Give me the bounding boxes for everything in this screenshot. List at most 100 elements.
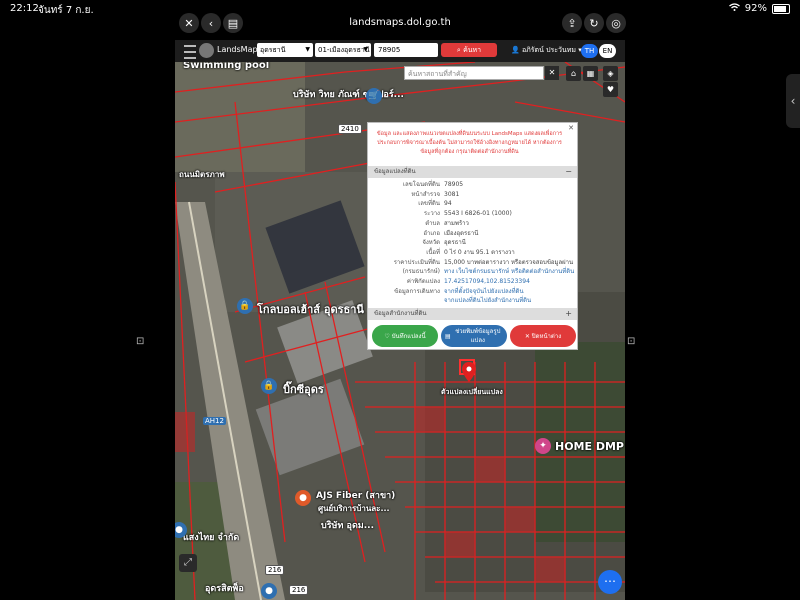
back-icon[interactable]: ‹ [201, 13, 221, 33]
road-sign-ah12: AH12 [203, 417, 226, 425]
detail-value[interactable]: จากที่ตั้งปัจจุบันไปยังแปลงที่ดิน [444, 287, 524, 297]
district-select[interactable]: 01-เมืองอุดรธานี ▼ [315, 43, 371, 57]
layers-icon[interactable]: ◈ [603, 66, 618, 81]
detail-key: เนื้อที่ [426, 248, 440, 256]
label-company-bottom: บริษัท อุดม... [321, 521, 374, 531]
detail-row: เนื้อที่ 0 ไร่ 0 งาน 95.1 ตารางวา [368, 248, 577, 258]
clear-search-icon[interactable]: ✕ [545, 66, 559, 80]
close-tab-icon[interactable]: ✕ [179, 13, 199, 33]
label-globalhouse: โกลบอลเฮ้าส์ อุดรธานี [257, 303, 364, 316]
detail-value: 15,000 บาทต่อตารางวา หรือตรวจสอบข้อมูลผ่… [444, 258, 574, 266]
label-udon-bottom: อุดรสิตพ็อ [205, 584, 244, 594]
label-parcel-pin: ตัวแปลงเปลี่ยนแปลง [441, 388, 503, 396]
section-office-header[interactable]: ข้อมูลสำนักงานที่ดิน + [368, 308, 577, 320]
detail-key: (กรมธนารักษ์) [402, 268, 440, 276]
shopping-cart-icon[interactable]: 🛒 [366, 88, 382, 104]
measure-tool-icon[interactable]: ⤢ [179, 554, 197, 572]
detail-value: 0 ไร่ 0 งาน 95.1 ตารางวา [444, 248, 515, 256]
home-icon[interactable]: ⌂ [566, 66, 581, 81]
expand-icon[interactable]: + [565, 308, 572, 320]
popup-close-icon[interactable]: ✕ [568, 124, 574, 132]
reload-icon[interactable]: ↻ [584, 13, 604, 33]
status-right: 92% [728, 3, 790, 14]
parcel-number-value: 78905 [378, 46, 401, 54]
detail-key: จังหวัด [422, 239, 440, 247]
store-icon[interactable]: ✦ [535, 438, 551, 454]
keyboard-icon[interactable]: ▦ [583, 66, 598, 81]
detail-value[interactable]: จากแปลงที่ดินไปยังสำนักงานที่ดิน [444, 296, 531, 306]
chat-button[interactable]: ⋯ [598, 570, 622, 594]
print-parcel-button[interactable]: ▤ ช่วยพิมพ์ข้อมูลรูปแปลง [441, 325, 507, 347]
user-name: อภิรัตน์ ประวันทม [521, 46, 576, 54]
detail-value[interactable]: ทาง เว็บไซต์กรมธนารักษ์ หรือติดต่อสำนักง… [444, 267, 574, 277]
place-search-input[interactable]: ค้นหาสถานที่สำคัญ [404, 66, 544, 80]
district-value: 01-เมืองอุดรธานี [318, 46, 370, 54]
label-sangthai: แสงไทย จำกัด [183, 533, 240, 543]
sidebar-expand-handle[interactable]: ‹ [786, 74, 800, 128]
status-date: จันทร์ 7 ก.ย. [38, 5, 94, 16]
collapse-icon[interactable]: − [565, 166, 572, 178]
detail-value[interactable]: 17.42517094,102.81523394 [444, 277, 530, 287]
shopping-bag-icon[interactable]: 🔒 [261, 378, 277, 394]
lang-th-button[interactable]: TH [581, 44, 598, 58]
close-window-button[interactable]: ✕ ปิดหน้าต่าง [510, 325, 576, 347]
detail-key: ค่าพิกัดแปลง [406, 278, 440, 285]
compass-icon[interactable]: ◎ [606, 13, 626, 33]
landsmaps-logo [199, 43, 214, 58]
chevron-down-icon: ▼ [305, 46, 310, 53]
detail-key: เลขที่ดิน [418, 200, 440, 208]
search-label: ค้นหา [463, 46, 482, 54]
menu-icon[interactable] [184, 45, 196, 59]
province-select[interactable]: อุดรธานี ▼ [257, 43, 313, 57]
detail-key: ข้อมูลการเดินทาง [394, 287, 440, 295]
lang-en-button[interactable]: EN [599, 44, 616, 58]
section-parcel-title: ข้อมูลแปลงที่ดิน [374, 168, 416, 175]
detail-row: (กรมธนารักษ์) ทาง เว็บไซต์กรมธนารักษ์ หรื… [368, 267, 577, 277]
user-menu[interactable]: 👤 อภิรัตน์ ประวันทม ▾ [511, 45, 582, 56]
map-view[interactable]: Swimming pool บริษัท วิทย ภัณฑ์ ซุปเปอร์… [175, 62, 625, 600]
parcel-info-popup: ✕ ข้อมูล และแสดงภาพแนวเขตแปลงที่ดินบนระบ… [367, 122, 578, 350]
road-sign-216-b: 216 [289, 585, 309, 595]
search-icon: ⌕ [456, 46, 461, 54]
save-parcel-button[interactable]: ♡ บันทึกแปลงนี้ [372, 325, 438, 347]
user-icon: 👤 [511, 46, 520, 54]
detail-row: หน้าสำรวจ 3081 [368, 190, 577, 200]
detail-row: อำเภอ เมืองอุดรธานี [368, 229, 577, 239]
label-ajs: AJS Fiber (สาขา) [316, 491, 396, 501]
place-icon[interactable]: ● [295, 490, 311, 506]
detail-key: อำเภอ [423, 229, 440, 237]
search-button[interactable]: ⌕ ค้นหา [441, 43, 497, 57]
label-road-left: ถนนมิตรภาพ [179, 170, 225, 179]
shopping-bag-icon[interactable]: 🔒 [237, 298, 253, 314]
tabs-icon[interactable]: ▤ [223, 13, 243, 33]
label-company-top: บริษัท วิทย ภัณฑ์ ซุปเปอร์... [293, 90, 404, 100]
detail-value: อุดรธานี [444, 239, 466, 247]
chevron-down-icon: ▼ [363, 46, 368, 53]
detail-value: สามพร้าว [444, 219, 469, 227]
detail-row: จังหวัด อุดรธานี [368, 238, 577, 248]
battery-percent: 92% [744, 3, 767, 14]
section-parcel-header[interactable]: ข้อมูลแปลงที่ดิน − [368, 166, 577, 178]
detail-row: ระวาง 5543 I 6826-01 (1000) [368, 209, 577, 219]
detail-row: ค่าพิกัดแปลง 17.42517094,102.81523394 [368, 277, 577, 287]
detail-row: ตำบล สามพร้าว [368, 219, 577, 229]
save-parcel-label: บันทึกแปลงนี้ [391, 332, 426, 340]
wifi-icon [728, 3, 740, 14]
parcel-number-input[interactable]: 78905 [374, 43, 438, 57]
detail-key: เลขโฉนดที่ดิน [402, 181, 440, 188]
label-swimming-pool: Swimming pool [183, 62, 270, 71]
place-search-placeholder: ค้นหาสถานที่สำคัญ [408, 70, 467, 78]
place-icon[interactable]: ● [261, 583, 277, 599]
detail-row: เลขโฉนดที่ดิน 78905 [368, 180, 577, 190]
detail-row: ข้อมูลการเดินทาง จากที่ตั้งปัจจุบันไปยังแ… [368, 287, 577, 297]
detail-value: 3081 [444, 190, 460, 198]
label-ajs-sub: ศูนย์บริการบ้านละ... [318, 504, 390, 513]
share-icon[interactable]: ⇪ [562, 13, 582, 33]
close-window-label: ปิดหน้าต่าง [531, 332, 562, 340]
address-bar[interactable]: landsmaps.dol.go.th [330, 17, 470, 28]
app-name: LandsMaps [217, 45, 262, 54]
left-edge-icon: ⊡ [136, 336, 145, 347]
detail-value: เมืองอุดรธานี [444, 229, 479, 237]
favorite-icon[interactable]: ♥ [603, 82, 618, 97]
detail-row: จากแปลงที่ดินไปยังสำนักงานที่ดิน [368, 296, 577, 306]
